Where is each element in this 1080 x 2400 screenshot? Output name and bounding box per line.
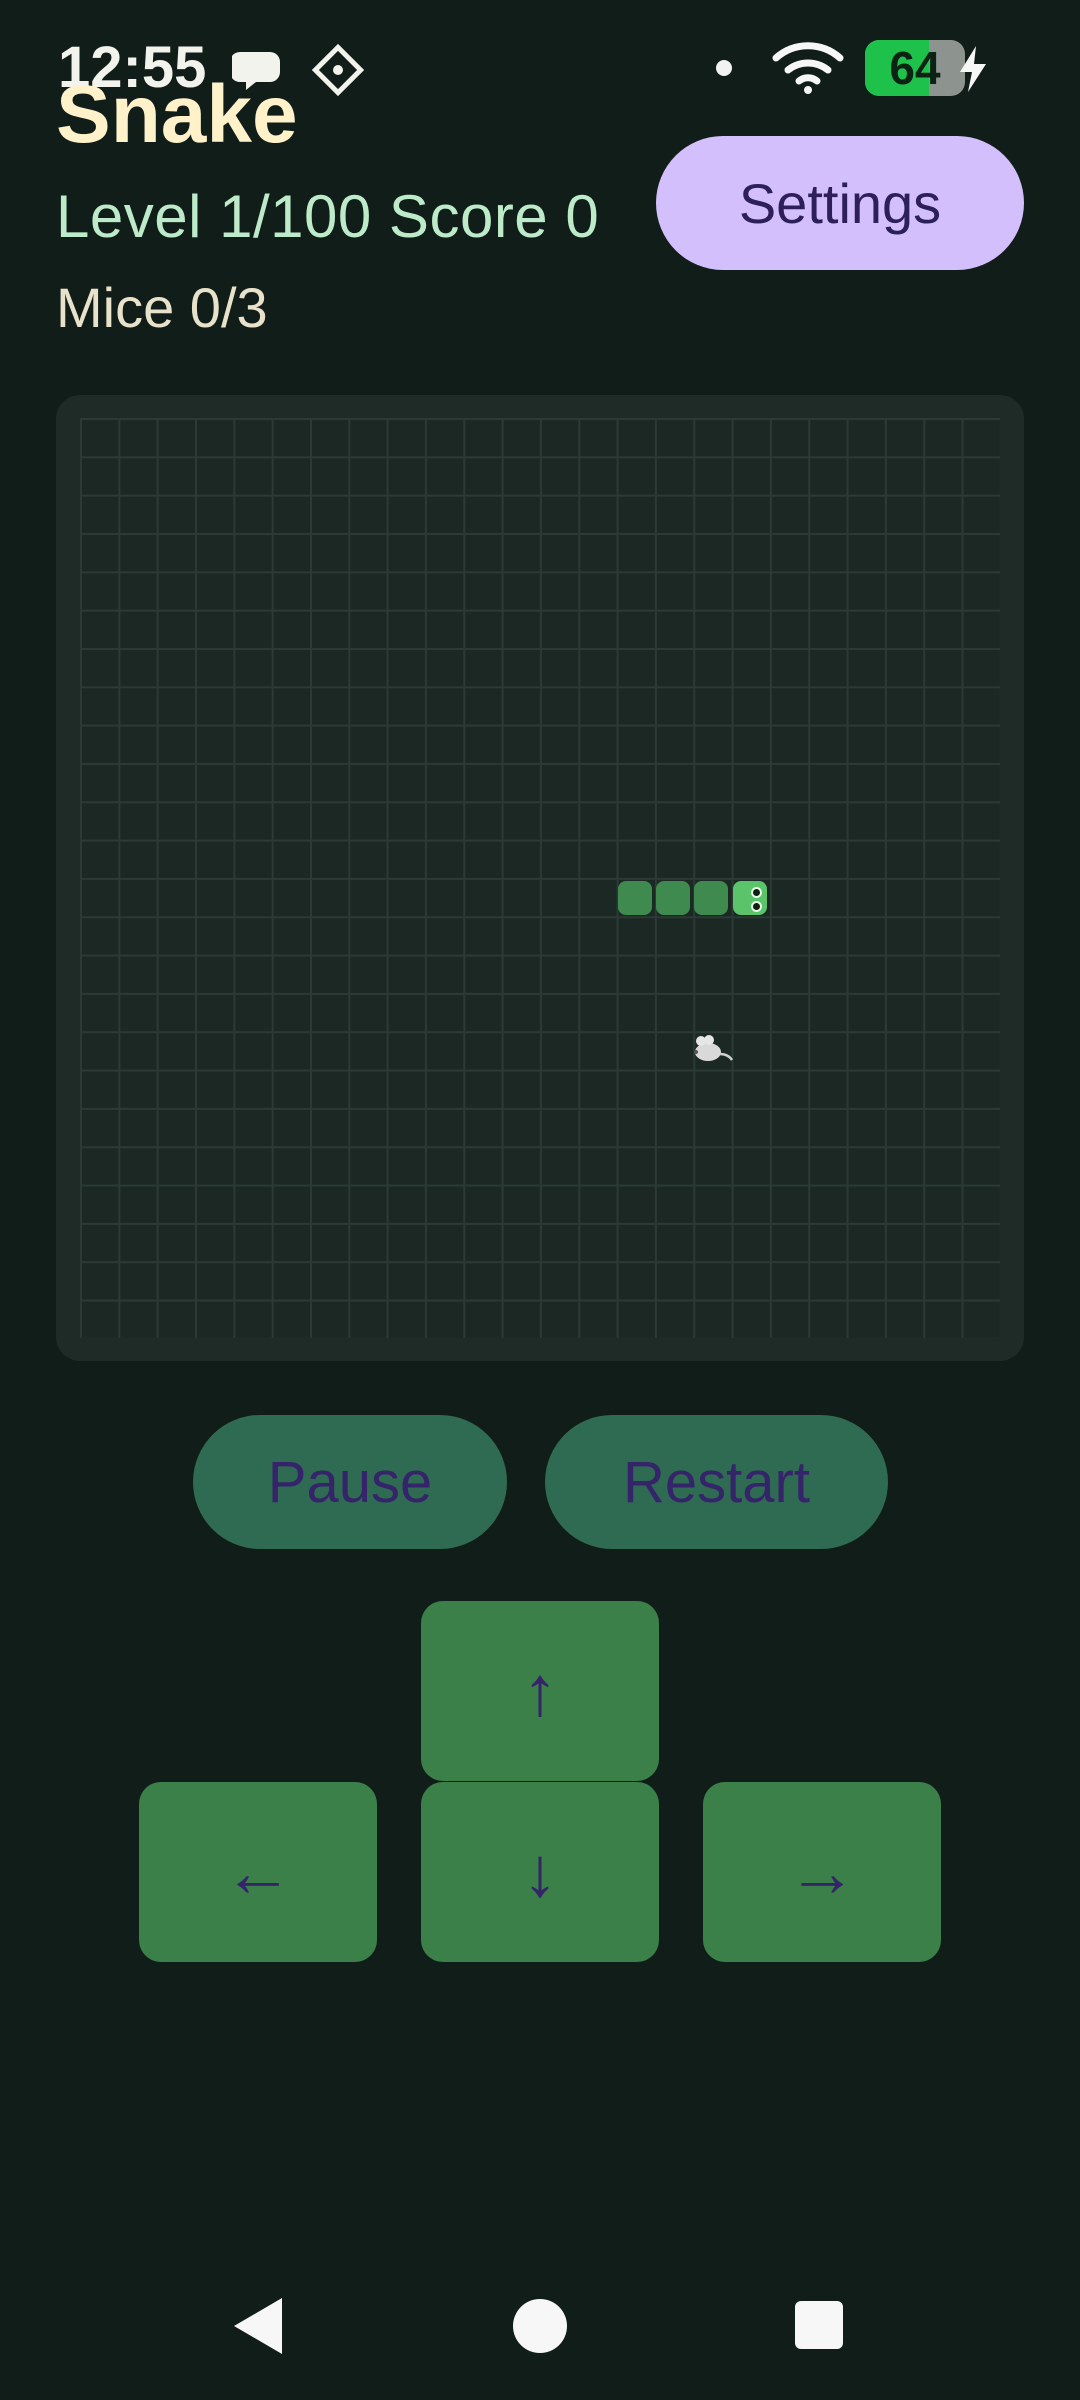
battery-icon: 64 — [865, 40, 965, 96]
arrow-up-icon: ↑ — [522, 1652, 558, 1730]
level-score-text: Level 1/100 Score 0 — [56, 183, 600, 250]
snake-eye — [751, 887, 762, 898]
page-title: Snake — [56, 69, 298, 160]
arrow-down-icon: ↓ — [522, 1833, 558, 1911]
snake-head — [733, 881, 767, 915]
mouse-icon — [694, 1035, 734, 1061]
snake-body-segment — [656, 881, 690, 915]
recents-icon[interactable] — [795, 2301, 843, 2349]
diamond-network-icon — [311, 43, 365, 97]
notification-dot-icon — [716, 60, 732, 76]
game-board[interactable] — [80, 418, 1000, 1338]
snake-eye — [751, 901, 762, 912]
wifi-icon — [772, 42, 844, 94]
home-icon[interactable] — [513, 2299, 567, 2353]
settings-button[interactable]: Settings — [656, 136, 1024, 270]
pause-button[interactable]: Pause — [193, 1415, 507, 1549]
battery-level: 64 — [889, 42, 941, 94]
right-button[interactable]: → — [703, 1782, 941, 1962]
arrow-left-icon: ← — [223, 1833, 293, 1911]
snake-body-segment — [694, 881, 728, 915]
left-button[interactable]: ← — [139, 1782, 377, 1962]
up-button[interactable]: ↑ — [421, 1601, 659, 1781]
arrow-right-icon: → — [787, 1833, 857, 1911]
restart-button[interactable]: Restart — [545, 1415, 888, 1549]
snake-body-segment — [618, 881, 652, 915]
back-icon[interactable] — [234, 2298, 282, 2354]
charging-bolt-icon — [960, 46, 986, 92]
mice-counter: Mice 0/3 — [56, 276, 268, 339]
down-button[interactable]: ↓ — [421, 1782, 659, 1962]
